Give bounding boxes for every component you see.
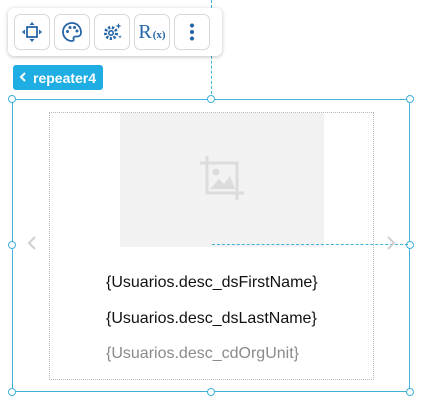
resize-handle-bottom-right[interactable] bbox=[406, 388, 414, 396]
expression-button[interactable]: R (x) bbox=[134, 14, 170, 50]
move-button[interactable] bbox=[14, 14, 50, 50]
next-arrow[interactable] bbox=[383, 235, 399, 256]
chevron-left-icon bbox=[19, 71, 27, 85]
horizontal-guide-line bbox=[212, 244, 408, 245]
resize-handle-bottom[interactable] bbox=[207, 388, 215, 396]
style-button[interactable] bbox=[54, 14, 90, 50]
resize-handle-right[interactable] bbox=[406, 241, 414, 249]
component-tag-label: repeater4 bbox=[33, 69, 97, 86]
resize-handle-top-left[interactable] bbox=[8, 95, 16, 103]
last-name-field[interactable]: {Usuarios.desc_dsLastName} bbox=[106, 310, 317, 328]
chevron-right-icon bbox=[386, 235, 396, 256]
settings-button[interactable] bbox=[94, 14, 130, 50]
component-tag[interactable]: repeater4 bbox=[13, 65, 104, 90]
settings-sparkle-icon bbox=[101, 21, 123, 43]
move-icon bbox=[21, 21, 43, 43]
image-placeholder[interactable] bbox=[120, 113, 324, 247]
component-toolbar: R (x) bbox=[8, 8, 222, 56]
resize-handle-top[interactable] bbox=[207, 95, 215, 103]
canvas: R (x) repeater4 {Usuarios.desc_dsFirstNa… bbox=[0, 0, 423, 406]
more-vertical-icon bbox=[181, 21, 203, 43]
resize-handle-top-right[interactable] bbox=[406, 95, 414, 103]
rx-icon: R (x) bbox=[138, 22, 165, 42]
image-icon bbox=[197, 153, 247, 208]
resize-handle-left[interactable] bbox=[8, 241, 16, 249]
rx-sub-label: (x) bbox=[152, 29, 166, 41]
palette-icon bbox=[61, 21, 83, 43]
org-unit-field[interactable]: {Usuarios.desc_cdOrgUnit} bbox=[106, 345, 299, 363]
more-options-button[interactable] bbox=[174, 14, 210, 50]
rx-label: R bbox=[138, 21, 152, 43]
first-name-field[interactable]: {Usuarios.desc_dsFirstName} bbox=[106, 274, 318, 292]
chevron-left-icon bbox=[27, 235, 37, 256]
resize-handle-bottom-left[interactable] bbox=[8, 388, 16, 396]
previous-arrow[interactable] bbox=[24, 235, 40, 256]
